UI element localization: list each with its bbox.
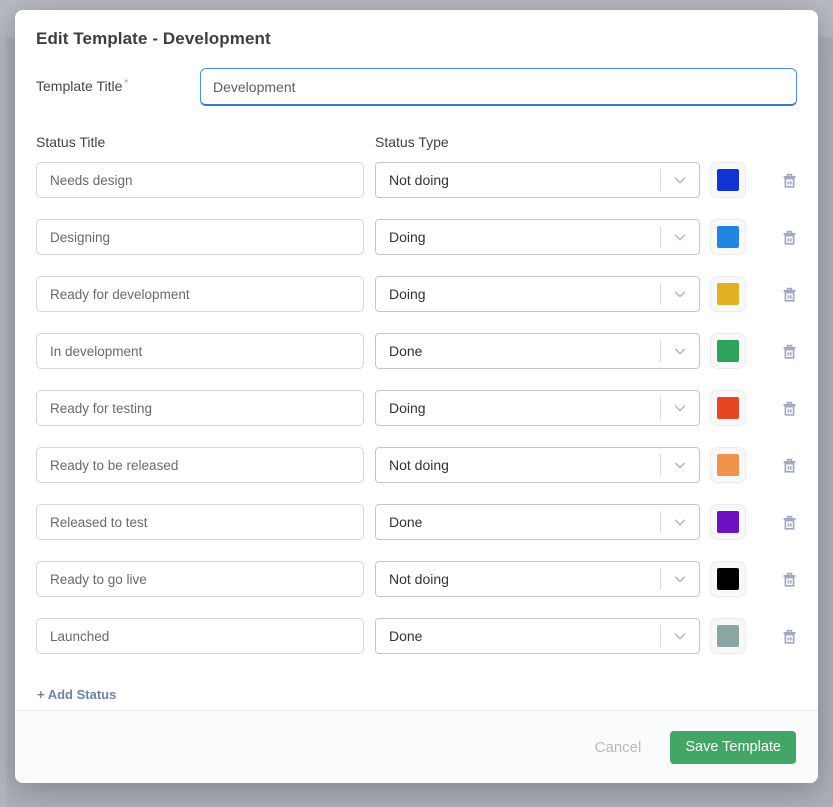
status-color-swatch — [717, 169, 739, 191]
delete-status-button[interactable] — [779, 512, 799, 532]
status-color-picker-button[interactable] — [710, 561, 746, 597]
status-type-selected-value: Doing — [376, 229, 660, 245]
modal-body: Edit Template - Development Template Tit… — [15, 10, 818, 704]
trash-icon — [780, 570, 799, 589]
status-type-select[interactable]: Doing — [375, 219, 700, 255]
status-title-input[interactable] — [36, 447, 364, 483]
status-row: Done — [36, 504, 797, 540]
status-color-swatch — [717, 226, 739, 248]
status-color-picker-button[interactable] — [710, 618, 746, 654]
status-type-select[interactable]: Doing — [375, 390, 700, 426]
status-color-swatch — [717, 568, 739, 590]
status-type-selected-value: Doing — [376, 286, 660, 302]
status-color-picker-button[interactable] — [710, 390, 746, 426]
status-type-selected-value: Done — [376, 343, 660, 359]
template-title-label-wrap: Template Title* — [36, 78, 200, 96]
status-title-input[interactable] — [36, 162, 364, 198]
status-type-selected-value: Doing — [376, 400, 660, 416]
status-type-column-header: Status Type — [375, 134, 449, 150]
delete-status-button[interactable] — [779, 341, 799, 361]
status-row: Done — [36, 333, 797, 369]
status-color-picker-button[interactable] — [710, 333, 746, 369]
status-row: Doing — [36, 276, 797, 312]
status-row: Doing — [36, 219, 797, 255]
status-title-input[interactable] — [36, 219, 364, 255]
status-title-input[interactable] — [36, 390, 364, 426]
trash-icon — [780, 513, 799, 532]
status-color-picker-button[interactable] — [710, 276, 746, 312]
chevron-down-icon — [661, 572, 699, 586]
status-color-swatch — [717, 283, 739, 305]
status-color-picker-button[interactable] — [710, 162, 746, 198]
template-title-label: Template Title — [36, 78, 122, 94]
column-headers: Status Title Status Type — [36, 134, 797, 150]
edit-template-modal: Edit Template - Development Template Tit… — [15, 10, 818, 783]
cancel-button[interactable]: Cancel — [595, 739, 642, 756]
status-type-selected-value: Not doing — [376, 571, 660, 587]
status-type-select[interactable]: Done — [375, 333, 700, 369]
template-title-input[interactable] — [200, 68, 797, 106]
status-type-selected-value: Done — [376, 628, 660, 644]
delete-status-button[interactable] — [779, 284, 799, 304]
template-title-row: Template Title* — [36, 68, 797, 106]
status-color-swatch — [717, 511, 739, 533]
trash-icon — [780, 285, 799, 304]
status-type-select[interactable]: Not doing — [375, 162, 700, 198]
status-type-selected-value: Not doing — [376, 172, 660, 188]
chevron-down-icon — [661, 287, 699, 301]
status-type-selected-value: Done — [376, 514, 660, 530]
required-asterisk: * — [124, 78, 128, 89]
trash-icon — [780, 342, 799, 361]
add-status-link[interactable]: + Add Status — [37, 687, 116, 702]
status-color-picker-button[interactable] — [710, 504, 746, 540]
status-color-picker-button[interactable] — [710, 219, 746, 255]
delete-status-button[interactable] — [779, 398, 799, 418]
trash-icon — [780, 627, 799, 646]
modal-footer: Cancel Save Template — [15, 710, 818, 783]
status-title-input[interactable] — [36, 618, 364, 654]
delete-status-button[interactable] — [779, 455, 799, 475]
status-title-input[interactable] — [36, 561, 364, 597]
status-row: Not doing — [36, 447, 797, 483]
chevron-down-icon — [661, 629, 699, 643]
status-row: Not doing — [36, 561, 797, 597]
status-color-swatch — [717, 454, 739, 476]
status-color-swatch — [717, 397, 739, 419]
status-row: Not doing — [36, 162, 797, 198]
status-type-select[interactable]: Done — [375, 504, 700, 540]
status-type-select[interactable]: Not doing — [375, 447, 700, 483]
chevron-down-icon — [661, 458, 699, 472]
delete-status-button[interactable] — [779, 170, 799, 190]
status-rows: Not doing Doing — [36, 162, 797, 654]
status-color-swatch — [717, 340, 739, 362]
status-type-select[interactable]: Done — [375, 618, 700, 654]
modal-title: Edit Template - Development — [36, 28, 797, 50]
trash-icon — [780, 171, 799, 190]
status-title-input[interactable] — [36, 504, 364, 540]
status-type-selected-value: Not doing — [376, 457, 660, 473]
chevron-down-icon — [661, 230, 699, 244]
status-type-select[interactable]: Doing — [375, 276, 700, 312]
trash-icon — [780, 399, 799, 418]
chevron-down-icon — [661, 515, 699, 529]
chevron-down-icon — [661, 401, 699, 415]
status-row: Doing — [36, 390, 797, 426]
delete-status-button[interactable] — [779, 569, 799, 589]
save-template-button[interactable]: Save Template — [670, 731, 796, 764]
status-color-swatch — [717, 625, 739, 647]
chevron-down-icon — [661, 173, 699, 187]
status-color-picker-button[interactable] — [710, 447, 746, 483]
trash-icon — [780, 228, 799, 247]
status-row: Done — [36, 618, 797, 654]
delete-status-button[interactable] — [779, 227, 799, 247]
status-title-column-header: Status Title — [36, 134, 375, 150]
status-type-select[interactable]: Not doing — [375, 561, 700, 597]
status-title-input[interactable] — [36, 333, 364, 369]
status-title-input[interactable] — [36, 276, 364, 312]
chevron-down-icon — [661, 344, 699, 358]
trash-icon — [780, 456, 799, 475]
delete-status-button[interactable] — [779, 626, 799, 646]
